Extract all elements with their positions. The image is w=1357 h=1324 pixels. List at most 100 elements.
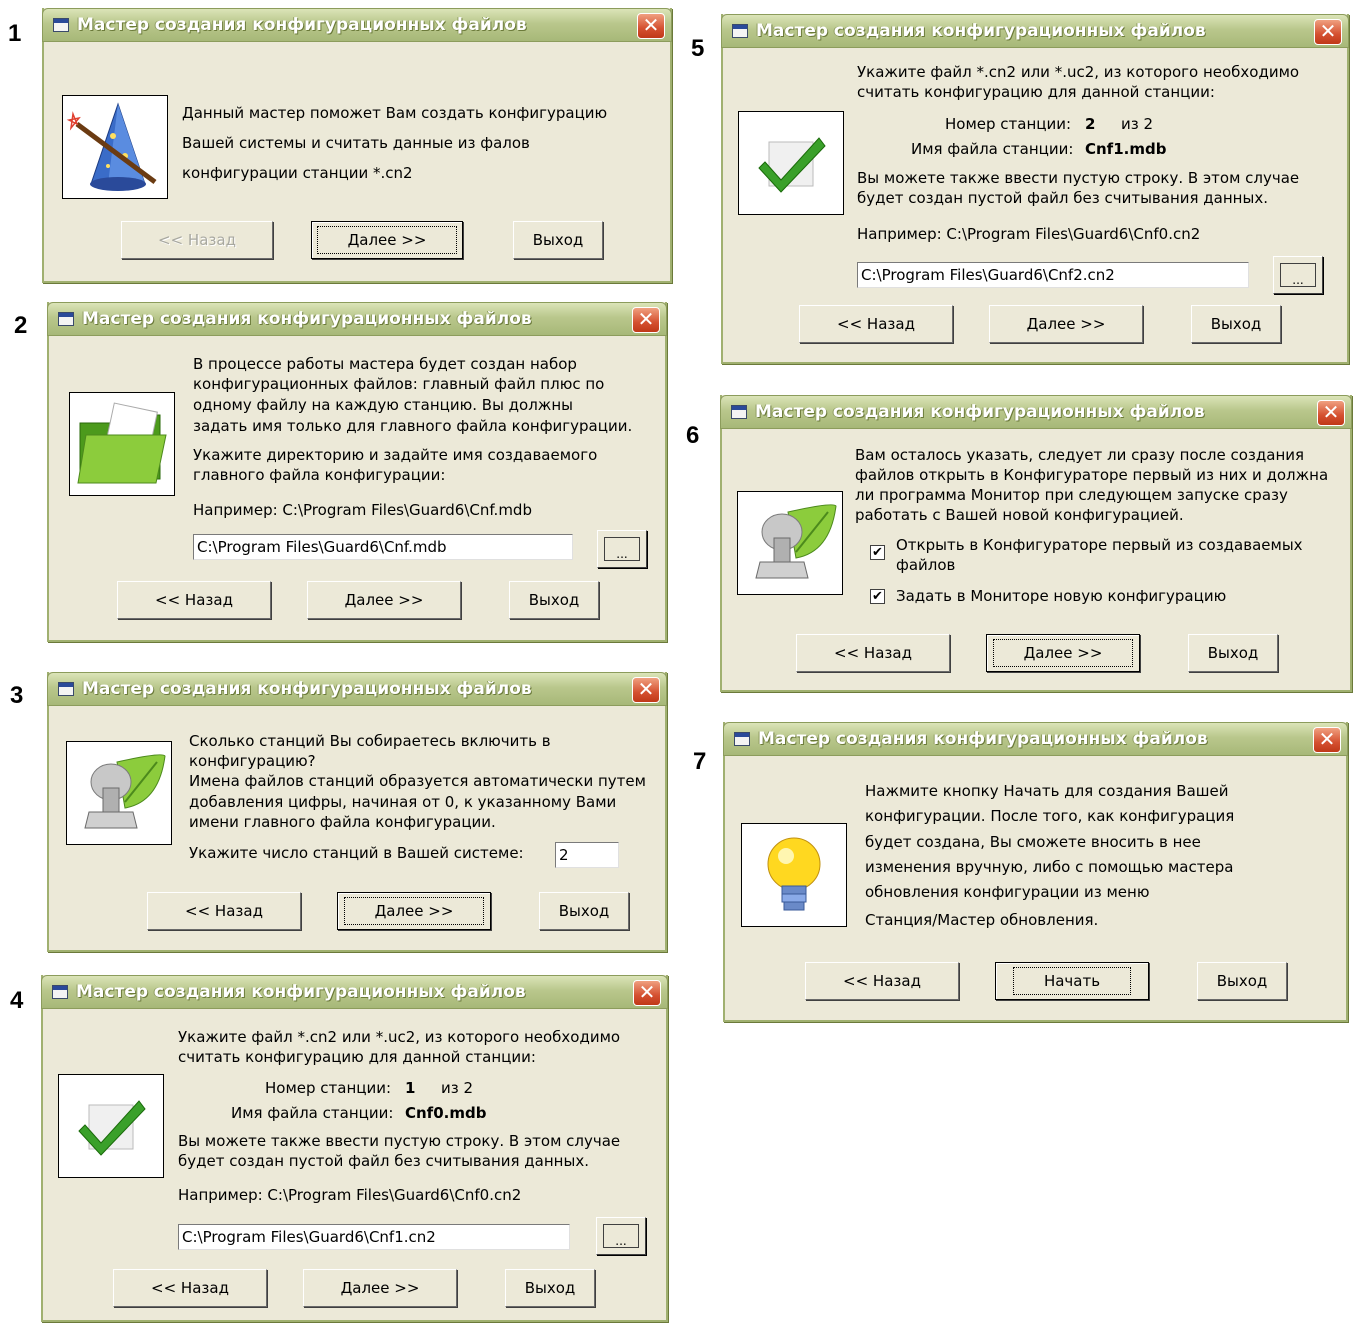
info-text-line: задать имя только для главного файла кон… — [193, 417, 633, 435]
back-button[interactable]: << Назад — [117, 581, 271, 619]
station-file-value: Cnf1.mdb — [1085, 140, 1167, 158]
info-text-line: добавления цифры, начиная от 0, к указан… — [189, 793, 617, 811]
step-number: 1 — [8, 20, 22, 47]
set-in-monitor-label: Задать в Мониторе новую конфигурацию — [896, 587, 1227, 605]
close-button[interactable]: ✕ — [633, 980, 661, 1006]
window-icon[interactable] — [52, 985, 68, 999]
title-bar[interactable]: Мастер создания конфигурационных файлов … — [720, 395, 1352, 429]
browse-button[interactable]: ... — [596, 1217, 646, 1255]
station-number-value: 1 — [405, 1079, 416, 1097]
exit-button[interactable]: Выход — [513, 221, 603, 259]
close-button[interactable]: ✕ — [637, 13, 665, 39]
exit-button[interactable]: Выход — [1191, 305, 1281, 343]
example-text: Например: C:\Program Files\Guard6\Cnf0.c… — [178, 1186, 522, 1204]
window-title: Мастер создания конфигурационных файлов — [758, 729, 1208, 749]
station-file-path-input[interactable]: C:\Program Files\Guard6\Cnf2.cn2 — [857, 262, 1249, 288]
intro-text-line: Вашей системы и считать данные из фалов — [182, 134, 530, 152]
wizard-dialog-step-5: Мастер создания конфигурационных файлов … — [721, 14, 1349, 364]
intro-text-line: конфигурации станции *.cn2 — [182, 164, 413, 182]
info-text-line: конфигурационных файлов: главный файл пл… — [193, 375, 605, 393]
close-button[interactable]: ✕ — [1313, 727, 1341, 753]
info-text-line: конфигурацию? — [189, 752, 316, 770]
wizard-dialog-step-1: Мастер создания конфигурационных файлов … — [42, 8, 672, 283]
browse-button-label: ... — [1280, 263, 1316, 287]
title-bar[interactable]: Мастер создания конфигурационных файлов … — [42, 8, 672, 42]
back-button[interactable]: << Назад — [796, 634, 950, 672]
title-bar[interactable]: Мастер создания конфигурационных файлов … — [47, 672, 667, 706]
exit-button[interactable]: Выход — [505, 1269, 595, 1307]
station-number-value: 2 — [1085, 115, 1096, 133]
window-icon[interactable] — [731, 405, 747, 419]
start-button-label: Начать — [1012, 967, 1132, 995]
next-button[interactable]: Далее >> — [307, 581, 461, 619]
station-file-label: Имя файла станции: — [231, 1104, 394, 1122]
close-button[interactable]: ✕ — [632, 307, 660, 333]
step-number: 6 — [686, 422, 700, 449]
instruction-text-line: считать конфигурацию для данной станции: — [178, 1048, 536, 1066]
back-button[interactable]: << Назад — [805, 962, 959, 1000]
window-icon[interactable] — [732, 24, 748, 38]
window-title: Мастер создания конфигурационных файлов — [756, 21, 1206, 41]
next-button[interactable]: Далее >> — [337, 892, 491, 930]
next-button[interactable]: Далее >> — [303, 1269, 457, 1307]
wizard-dialog-step-3: Мастер создания конфигурационных файлов … — [47, 672, 667, 952]
checkmark-icon — [738, 111, 844, 215]
exit-button[interactable]: Выход — [539, 892, 629, 930]
instruction-text-line: Укажите файл *.cn2 или *.uc2, из которог… — [857, 63, 1300, 81]
close-button[interactable]: ✕ — [1317, 400, 1345, 426]
station-file-label: Имя файла станции: — [911, 140, 1074, 158]
instruction-text-line: главного файла конфигурации: — [193, 466, 446, 484]
example-text: Например: C:\Program Files\Guard6\Cnf.md… — [193, 501, 532, 519]
next-button[interactable]: Далее >> — [989, 305, 1143, 343]
info-text-line: будет создан пустой файл без считывания … — [857, 189, 1268, 207]
window-icon[interactable] — [58, 682, 74, 696]
exit-button[interactable]: Выход — [509, 581, 599, 619]
window-icon[interactable] — [53, 18, 69, 32]
wizard-dialog-step-7: Мастер создания конфигурационных файлов … — [723, 722, 1348, 1022]
next-button[interactable]: Далее >> — [311, 221, 463, 259]
open-in-configurator-checkbox[interactable]: ✔ — [870, 545, 885, 560]
set-in-monitor-checkbox[interactable]: ✔ — [870, 589, 885, 604]
main-config-path-input[interactable]: C:\Program Files\Guard6\Cnf.mdb — [193, 534, 573, 560]
browse-button[interactable]: ... — [597, 530, 647, 568]
title-bar[interactable]: Мастер создания конфигурационных файлов … — [721, 14, 1349, 48]
info-text-line: Сколько станций Вы собираетесь включить … — [189, 732, 551, 750]
close-button[interactable]: ✕ — [1314, 19, 1342, 45]
checkmark-icon — [58, 1074, 164, 1178]
exit-button[interactable]: Выход — [1188, 634, 1278, 672]
info-text-line: обновления конфигурации из меню — [865, 883, 1150, 901]
title-bar[interactable]: Мастер создания конфигурационных файлов … — [41, 975, 668, 1009]
step-number: 3 — [10, 682, 24, 709]
station-count-input[interactable]: 2 — [555, 842, 619, 868]
back-button[interactable]: << Назад — [799, 305, 953, 343]
title-bar[interactable]: Мастер создания конфигурационных файлов … — [723, 722, 1348, 756]
wizard-dialog-step-6: Мастер создания конфигурационных файлов … — [720, 395, 1352, 692]
window-icon[interactable] — [58, 312, 74, 326]
folder-icon — [69, 392, 175, 496]
next-button-label: Далее >> — [343, 897, 485, 925]
browse-button[interactable]: ... — [1273, 256, 1323, 294]
exit-button[interactable]: Выход — [1197, 962, 1287, 1000]
station-number-label: Номер станции: — [265, 1079, 392, 1097]
wizard-dialog-step-4: Мастер создания конфигурационных файлов … — [41, 975, 668, 1322]
close-button[interactable]: ✕ — [632, 677, 660, 703]
step-number: 4 — [10, 987, 24, 1014]
back-button[interactable]: << Назад — [113, 1269, 267, 1307]
station-file-path-input[interactable]: C:\Program Files\Guard6\Cnf1.cn2 — [178, 1224, 570, 1250]
instruction-text-line: Укажите директорию и задайте имя создава… — [193, 446, 598, 464]
lightbulb-icon — [741, 823, 847, 927]
info-text-line: файлов открыть в Конфигураторе первый из… — [855, 466, 1329, 484]
back-button[interactable]: << Назад — [147, 892, 301, 930]
start-button[interactable]: Начать — [995, 962, 1149, 1000]
station-file-value: Cnf0.mdb — [405, 1104, 487, 1122]
back-button[interactable]: << Назад — [121, 221, 273, 259]
instruction-text-line: считать конфигурацию для данной станции: — [857, 83, 1215, 101]
intro-text-line: Данный мастер поможет Вам создать конфиг… — [182, 104, 608, 122]
window-icon[interactable] — [734, 732, 750, 746]
info-text-line: Станция/Мастер обновления. — [865, 911, 1099, 929]
next-button[interactable]: Далее >> — [986, 634, 1140, 672]
info-text-line: будет создана, Вы сможете вносить в нее — [865, 833, 1201, 851]
station-count-label: Укажите число станций в Вашей системе: — [189, 844, 524, 862]
step-number: 2 — [14, 312, 28, 339]
title-bar[interactable]: Мастер создания конфигурационных файлов … — [47, 302, 667, 336]
